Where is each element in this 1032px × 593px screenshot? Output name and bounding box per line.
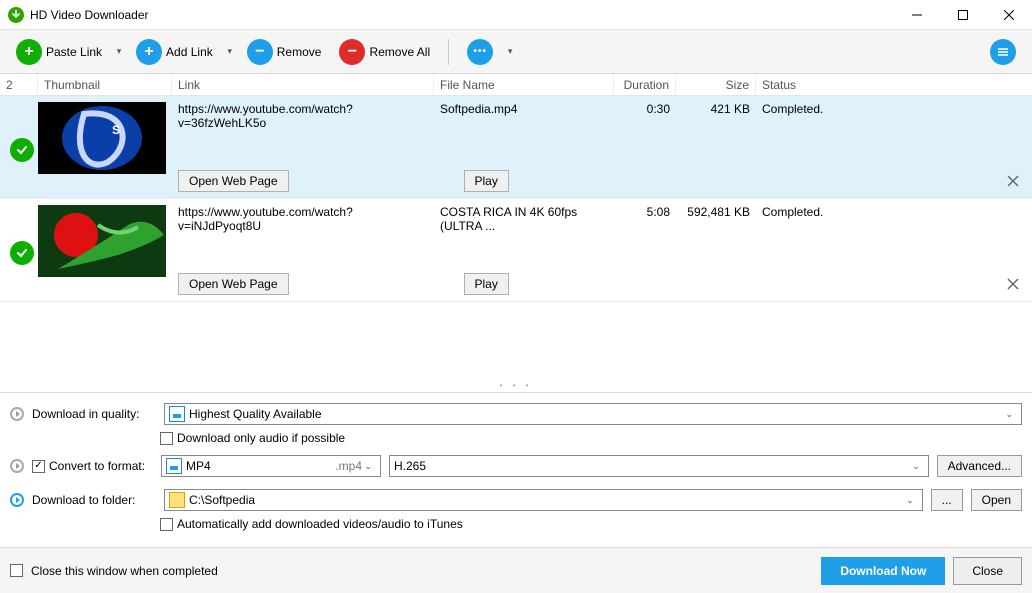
close-when-done-label: Close this window when completed	[31, 564, 218, 578]
audio-only-label: Download only audio if possible	[177, 431, 345, 445]
paste-link-label: Paste Link	[46, 45, 102, 59]
row-size: 592,481 KB	[676, 205, 756, 233]
folder-select[interactable]: C:\Softpedia ⌄	[164, 489, 923, 511]
format-value: MP4	[186, 459, 211, 473]
quality-value: Highest Quality Available	[189, 407, 322, 421]
column-status[interactable]: Status	[756, 74, 924, 95]
row-status: Completed.	[756, 102, 924, 130]
thumbnail	[38, 205, 166, 277]
chevron-icon	[10, 493, 24, 507]
remove-all-label: Remove All	[369, 45, 430, 59]
folder-label: Download to folder:	[32, 493, 156, 507]
column-link[interactable]: Link	[172, 74, 434, 95]
codec-select[interactable]: H.265 ⌄	[389, 455, 929, 477]
quality-icon	[169, 406, 185, 422]
row-size: 421 KB	[676, 102, 756, 130]
advanced-button[interactable]: Advanced...	[937, 455, 1022, 477]
column-filename[interactable]: File Name	[434, 74, 614, 95]
paste-link-button[interactable]: + Paste Link	[10, 36, 108, 68]
codec-value: H.265	[394, 459, 426, 473]
auto-itunes-checkbox[interactable]	[160, 518, 173, 531]
thumbnail: S	[38, 102, 166, 174]
open-folder-button[interactable]: Open	[971, 489, 1022, 511]
chevron-down-icon: ⌄	[902, 495, 918, 506]
column-duration[interactable]: Duration	[614, 74, 676, 95]
minus-icon: −	[247, 39, 273, 65]
minimize-button[interactable]	[894, 0, 940, 30]
row-link: https://www.youtube.com/watch?v=iNJdPyoq…	[172, 205, 434, 233]
open-web-page-button[interactable]: Open Web Page	[178, 273, 289, 295]
app-icon	[8, 7, 24, 23]
remove-all-button[interactable]: − Remove All	[333, 36, 436, 68]
download-row[interactable]: S https://www.youtube.com/watch?v=36fzWe…	[0, 96, 1032, 199]
row-filename: Softpedia.mp4	[434, 102, 614, 130]
dots-icon: •••	[467, 39, 493, 65]
more-actions-dropdown[interactable]: ▾	[505, 38, 515, 65]
format-select[interactable]: MP4 .mp4 ⌄	[161, 455, 381, 477]
remove-button[interactable]: − Remove	[241, 36, 328, 68]
window-title: HD Video Downloader	[30, 8, 149, 22]
row-status: Completed.	[756, 205, 924, 233]
convert-checkbox[interactable]	[32, 460, 45, 473]
resizer-handle[interactable]: • • •	[0, 302, 1032, 392]
svg-text:S: S	[112, 123, 120, 137]
download-row[interactable]: https://www.youtube.com/watch?v=iNJdPyoq…	[0, 199, 1032, 302]
remove-row-button[interactable]	[1004, 172, 1022, 190]
play-button[interactable]: Play	[464, 170, 509, 192]
list-header: 2 Thumbnail Link File Name Duration Size…	[0, 74, 1032, 96]
settings-panel: Download in quality: Highest Quality Ava…	[0, 392, 1032, 547]
add-link-label: Add Link	[166, 45, 213, 59]
folder-icon	[169, 492, 185, 508]
status-complete-icon	[10, 138, 34, 162]
remove-label: Remove	[277, 45, 322, 59]
plus-icon: +	[16, 39, 42, 65]
more-actions-button[interactable]: •••	[461, 36, 499, 68]
row-filename: COSTA RICA IN 4K 60fps (ULTRA ...	[434, 205, 614, 233]
remove-row-button[interactable]	[1004, 275, 1022, 293]
close-button[interactable]: Close	[953, 557, 1022, 585]
chevron-icon	[10, 407, 24, 421]
paste-link-dropdown[interactable]: ▾	[114, 38, 124, 65]
titlebar: HD Video Downloader	[0, 0, 1032, 30]
auto-itunes-label: Automatically add downloaded videos/audi…	[177, 517, 463, 531]
plus-icon: +	[136, 39, 162, 65]
status-complete-icon	[10, 241, 34, 265]
toolbar-separator	[448, 39, 449, 65]
add-link-dropdown[interactable]: ▾	[225, 38, 235, 65]
audio-only-checkbox[interactable]	[160, 432, 173, 445]
column-thumbnail[interactable]: Thumbnail	[38, 74, 172, 95]
add-link-button[interactable]: + Add Link	[130, 36, 219, 68]
footer: Close this window when completed Downloa…	[0, 547, 1032, 593]
menu-button[interactable]	[984, 36, 1022, 68]
toolbar: + Paste Link ▾ + Add Link ▾ − Remove − R…	[0, 30, 1032, 74]
play-button[interactable]: Play	[464, 273, 509, 295]
download-list: S https://www.youtube.com/watch?v=36fzWe…	[0, 96, 1032, 302]
row-duration: 5:08	[614, 205, 676, 233]
download-now-button[interactable]: Download Now	[821, 557, 945, 585]
folder-value: C:\Softpedia	[189, 493, 255, 507]
chevron-down-icon: ⌄	[360, 461, 376, 472]
format-icon	[166, 458, 182, 474]
column-count[interactable]: 2	[0, 74, 38, 95]
chevron-down-icon: ⌄	[1001, 409, 1017, 420]
chevron-icon	[10, 459, 24, 473]
close-when-done-checkbox[interactable]	[10, 564, 23, 577]
row-link: https://www.youtube.com/watch?v=36fzWehL…	[172, 102, 434, 130]
row-duration: 0:30	[614, 102, 676, 130]
hamburger-icon	[990, 39, 1016, 65]
chevron-down-icon: ⌄	[908, 461, 924, 472]
minus-icon: −	[339, 39, 365, 65]
browse-button[interactable]: ...	[931, 489, 963, 511]
format-ext: .mp4	[335, 459, 362, 473]
convert-label: Convert to format:	[49, 459, 153, 473]
open-web-page-button[interactable]: Open Web Page	[178, 170, 289, 192]
close-window-button[interactable]	[986, 0, 1032, 30]
quality-label: Download in quality:	[32, 407, 156, 421]
column-size[interactable]: Size	[676, 74, 756, 95]
quality-select[interactable]: Highest Quality Available ⌄	[164, 403, 1022, 425]
maximize-button[interactable]	[940, 0, 986, 30]
